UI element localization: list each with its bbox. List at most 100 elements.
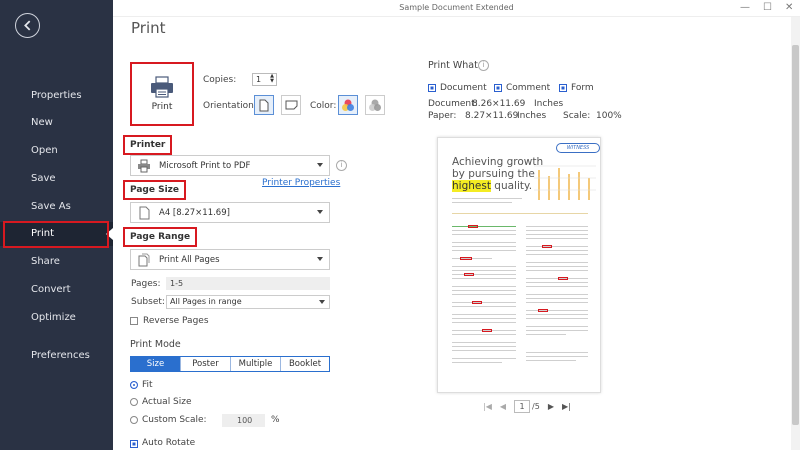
scale-label: Scale: — [563, 111, 591, 121]
document-size-label: Document: — [428, 99, 478, 109]
orientation-label: Orientation: — [203, 101, 257, 111]
actual-size-radio[interactable] — [130, 398, 138, 406]
printer-selected: Microsoft Print to PDF — [159, 160, 251, 171]
scale-value: 100% — [596, 111, 622, 121]
paper-size-unit: Inches — [517, 111, 547, 121]
page-total: /5 — [532, 401, 540, 411]
color-mode-button[interactable] — [338, 95, 358, 115]
copies-stepper[interactable]: 1 ▲ ▼ — [252, 73, 277, 86]
stepper-arrows-icon[interactable]: ▲ ▼ — [270, 74, 274, 84]
info-icon[interactable]: i — [336, 160, 347, 171]
scrollbar-thumb[interactable] — [792, 45, 799, 425]
last-page-icon[interactable]: ▶| — [562, 402, 571, 411]
minimize-icon[interactable]: — — [740, 2, 750, 13]
document-option-label: Document — [440, 83, 487, 93]
chevron-down-icon — [319, 300, 325, 304]
preview-bar-graphic — [534, 165, 596, 200]
copies-value: 1 — [256, 75, 262, 84]
prev-page-icon[interactable]: ◀ — [500, 402, 506, 411]
page-range-selected: Print All Pages — [159, 254, 220, 265]
landscape-icon — [285, 100, 297, 110]
portrait-button[interactable] — [254, 95, 274, 115]
sidebar-item-new[interactable]: New — [0, 111, 113, 135]
printer-small-icon — [138, 159, 150, 172]
page-icon — [139, 206, 150, 219]
pages-input[interactable]: 1-5 — [166, 277, 330, 290]
printer-select[interactable]: Microsoft Print to PDF — [130, 155, 330, 176]
print-button[interactable]: Print — [130, 62, 194, 126]
reverse-pages-label: Reverse Pages — [143, 316, 209, 326]
pages-label: Pages: — [131, 279, 161, 289]
info-icon[interactable]: i — [478, 60, 489, 71]
printer-properties-link[interactable]: Printer Properties — [262, 178, 340, 188]
percent-label: % — [271, 415, 280, 425]
auto-rotate-label: Auto Rotate — [142, 438, 196, 448]
preview-pager: |◀ ◀ 1 /5 ▶ ▶| — [483, 399, 571, 413]
sidebar-item-properties[interactable]: Properties — [0, 84, 113, 108]
close-icon[interactable]: ✕ — [785, 2, 793, 13]
paper-size-label: Paper: — [428, 111, 457, 121]
form-option-label: Form — [571, 83, 594, 93]
sidebar-item-convert[interactable]: Convert — [0, 278, 113, 302]
document-size-value: 8.26×11.69 — [472, 99, 526, 109]
preview-title-line1: Achieving growth — [452, 156, 544, 168]
custom-scale-input[interactable]: 100 — [222, 414, 265, 427]
print-mode-heading: Print Mode — [130, 339, 181, 350]
title-bar: Sample Document Extended — ☐ ✕ — [113, 0, 800, 17]
sidebar-item-save[interactable]: Save — [0, 167, 113, 191]
fit-radio[interactable] — [130, 381, 138, 389]
auto-rotate-checkbox[interactable] — [130, 440, 138, 448]
print-button-label: Print — [151, 102, 173, 112]
custom-scale-label: Custom Scale: — [142, 415, 207, 425]
sidebar-item-open[interactable]: Open — [0, 139, 113, 163]
page-number-input[interactable]: 1 — [514, 399, 531, 413]
actual-size-label: Actual Size — [142, 397, 192, 407]
copies-label: Copies: — [203, 75, 237, 85]
printer-heading: Printer — [123, 135, 173, 155]
subset-label: Subset: — [131, 297, 165, 307]
portrait-icon — [259, 99, 269, 111]
vertical-scrollbar[interactable] — [791, 17, 800, 450]
grayscale-mode-button[interactable] — [365, 95, 385, 115]
tab-booklet[interactable]: Booklet — [281, 357, 329, 371]
chevron-down-icon — [317, 257, 323, 261]
print-preview: WITNESS Achieving growth by pursuing the… — [437, 137, 601, 393]
next-page-icon[interactable]: ▶ — [548, 402, 554, 411]
print-what-heading: Print What — [428, 60, 478, 71]
tab-poster[interactable]: Poster — [181, 357, 231, 371]
page-size-heading: Page Size — [123, 180, 187, 200]
paper-size-value: 8.27×11.69 — [465, 111, 519, 121]
sidebar-item-preferences[interactable]: Preferences — [0, 344, 113, 368]
page-title: Print — [131, 19, 166, 37]
printer-icon — [151, 76, 173, 98]
tab-size[interactable]: Size — [131, 357, 181, 371]
page-range-select[interactable]: Print All Pages — [130, 249, 330, 270]
tab-multiple[interactable]: Multiple — [231, 357, 281, 371]
custom-scale-radio[interactable] — [130, 416, 138, 424]
sidebar-item-share[interactable]: Share — [0, 250, 113, 274]
preview-title-end: quality. — [490, 180, 533, 192]
page-size-select[interactable]: A4 [8.27×11.69] — [130, 202, 330, 223]
arrow-left-icon — [24, 20, 31, 31]
print-highlight-frame — [3, 221, 109, 248]
preview-heading: Achieving growth by pursuing the highest… — [452, 156, 543, 192]
back-button[interactable] — [15, 13, 40, 38]
landscape-button[interactable] — [281, 95, 301, 115]
subset-select[interactable]: All Pages in range — [166, 295, 330, 309]
sidebar-item-optimize[interactable]: Optimize — [0, 306, 113, 330]
page-size-selected: A4 [8.27×11.69] — [159, 207, 230, 218]
reverse-pages-checkbox[interactable] — [130, 317, 138, 325]
first-page-icon[interactable]: |◀ — [483, 402, 492, 411]
comment-option-label: Comment — [506, 83, 551, 93]
chevron-down-icon — [317, 163, 323, 167]
maximize-icon[interactable]: ☐ — [763, 2, 772, 13]
document-checkbox[interactable] — [428, 84, 436, 92]
form-checkbox[interactable] — [559, 84, 567, 92]
subset-selected: All Pages in range — [170, 297, 242, 306]
color-circles-icon — [342, 99, 354, 111]
comment-checkbox[interactable] — [494, 84, 502, 92]
color-label: Color: — [310, 101, 337, 111]
preview-title-line2: by pursuing the — [452, 168, 535, 180]
sidebar-item-save-as[interactable]: Save As — [0, 195, 113, 219]
grayscale-circles-icon — [369, 99, 381, 111]
